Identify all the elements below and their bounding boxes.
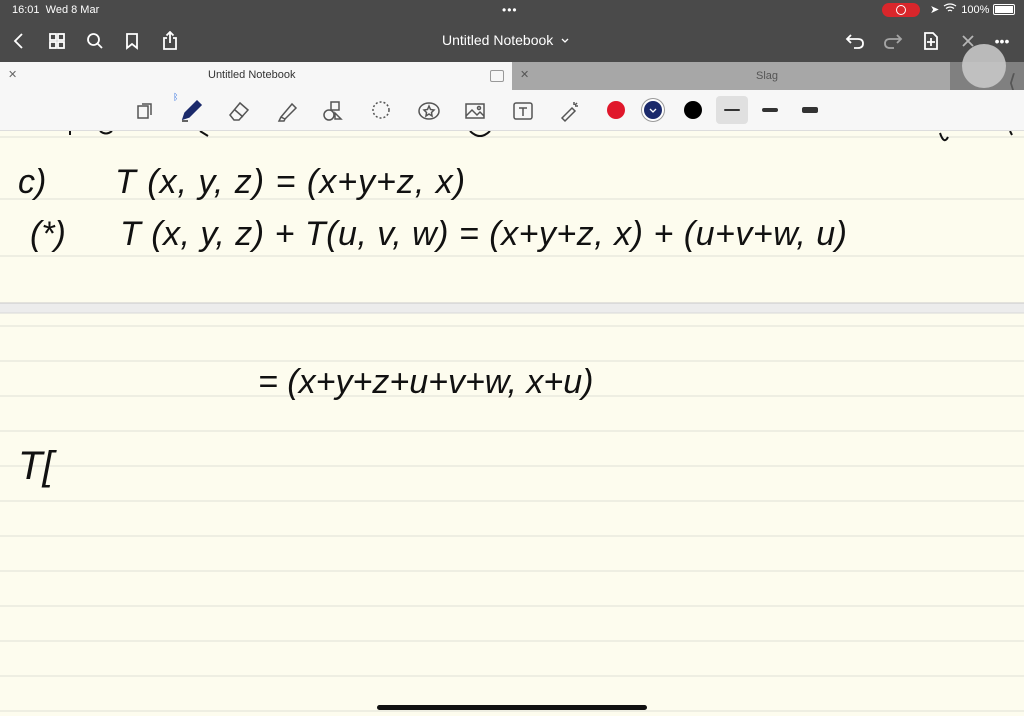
status-right: ➤ 100% xyxy=(930,3,1016,16)
tab-untitled-notebook[interactable]: ✕ Untitled Notebook xyxy=(0,62,512,90)
lasso-icon[interactable] xyxy=(368,98,394,124)
tab-close-icon[interactable]: ✕ xyxy=(8,68,17,81)
bookmark-icon[interactable] xyxy=(120,20,144,62)
eraser-icon[interactable] xyxy=(226,98,252,124)
note-canvas[interactable]: c) T (x, y, z) = (x+y+z, x) (*) T (x, y,… xyxy=(0,131,1024,716)
sticker-icon[interactable] xyxy=(416,98,442,124)
status-bar: 16:01 Wed 8 Mar ••• ➤ 100% xyxy=(0,0,1024,20)
share-icon[interactable] xyxy=(157,20,183,62)
clipped-handwriting xyxy=(69,131,1013,142)
stroke-medium-button[interactable] xyxy=(762,108,778,112)
split-view-icon[interactable] xyxy=(490,70,504,82)
color-black-swatch[interactable] xyxy=(684,101,702,119)
stroke-thick-button[interactable] xyxy=(802,107,818,113)
home-indicator[interactable] xyxy=(377,705,647,710)
pen-icon[interactable] xyxy=(178,98,204,124)
tab-close-icon[interactable]: ✕ xyxy=(520,68,529,81)
back-button[interactable] xyxy=(6,20,30,62)
image-icon[interactable] xyxy=(462,98,488,124)
undo-icon[interactable] xyxy=(842,20,868,62)
assistive-touch-button[interactable] xyxy=(962,44,1006,88)
battery-icon xyxy=(993,4,1016,15)
wifi-icon xyxy=(943,3,957,16)
color-navy-swatch[interactable] xyxy=(644,101,662,119)
multitask-dots-icon[interactable]: ••• xyxy=(502,3,518,17)
add-page-icon[interactable] xyxy=(918,20,944,62)
notebook-title-button[interactable]: Untitled Notebook xyxy=(442,32,569,48)
handwriting-line-c: T (x, y, z) = (x+y+z, x) xyxy=(115,163,466,201)
handwriting-label-c: c) xyxy=(18,163,46,201)
handwriting-label-star: (*) xyxy=(30,215,66,253)
redo-icon[interactable] xyxy=(880,20,906,62)
laser-pointer-icon[interactable] xyxy=(556,98,582,124)
text-icon[interactable] xyxy=(510,98,536,124)
search-icon[interactable] xyxy=(82,20,108,62)
battery-percent: 100% xyxy=(961,3,990,16)
document-icon[interactable] xyxy=(132,98,158,124)
status-time: 16:01 Wed 8 Mar xyxy=(12,4,100,16)
highlighter-icon[interactable] xyxy=(274,98,300,124)
navigation-bar: Untitled Notebook ••• xyxy=(0,20,1024,62)
drawing-toolbar: ᛒ xyxy=(0,90,1024,131)
stroke-thin-icon xyxy=(724,109,740,111)
handwriting-line-eq: = (x+y+z+u+v+w, x+u) xyxy=(258,363,593,401)
handwriting-line-t: T[ xyxy=(18,444,57,488)
color-red-swatch[interactable] xyxy=(607,101,625,119)
page-break xyxy=(0,303,1024,313)
tab-slag[interactable]: ✕ Slag xyxy=(512,62,950,90)
screen-record-icon[interactable] xyxy=(882,3,920,17)
grid-view-icon[interactable] xyxy=(44,20,70,62)
shapes-icon[interactable] xyxy=(320,98,346,124)
handwriting-line-star: T (x, y, z) + T(u, v, w) = (x+y+z, x) + … xyxy=(120,215,848,253)
location-icon: ➤ xyxy=(930,4,940,16)
